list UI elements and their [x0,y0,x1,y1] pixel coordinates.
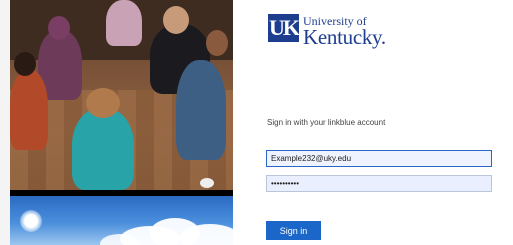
student-figure [176,60,226,160]
student-figure [72,108,134,190]
wordmark-line2: Kentucky. [303,25,386,49]
login-page: UK University of Kentucky. Sign in with … [0,0,513,245]
sign-in-button[interactable]: Sign in [266,221,321,240]
university-wordmark: University of Kentucky. [303,14,386,48]
signin-panel: UK University of Kentucky. Sign in with … [233,0,513,245]
username-input[interactable] [266,150,492,167]
password-input[interactable] [266,175,492,192]
sun-glare [20,210,42,232]
sky-photo [10,196,233,245]
student-figure [10,70,48,150]
classroom-photo [10,0,233,190]
signin-prompt: Sign in with your linkblue account [267,118,386,127]
university-logo: UK University of Kentucky. [268,14,386,48]
cup-object [200,178,214,188]
side-photo-panel [10,0,233,245]
uk-logo-mark: UK [268,14,300,42]
